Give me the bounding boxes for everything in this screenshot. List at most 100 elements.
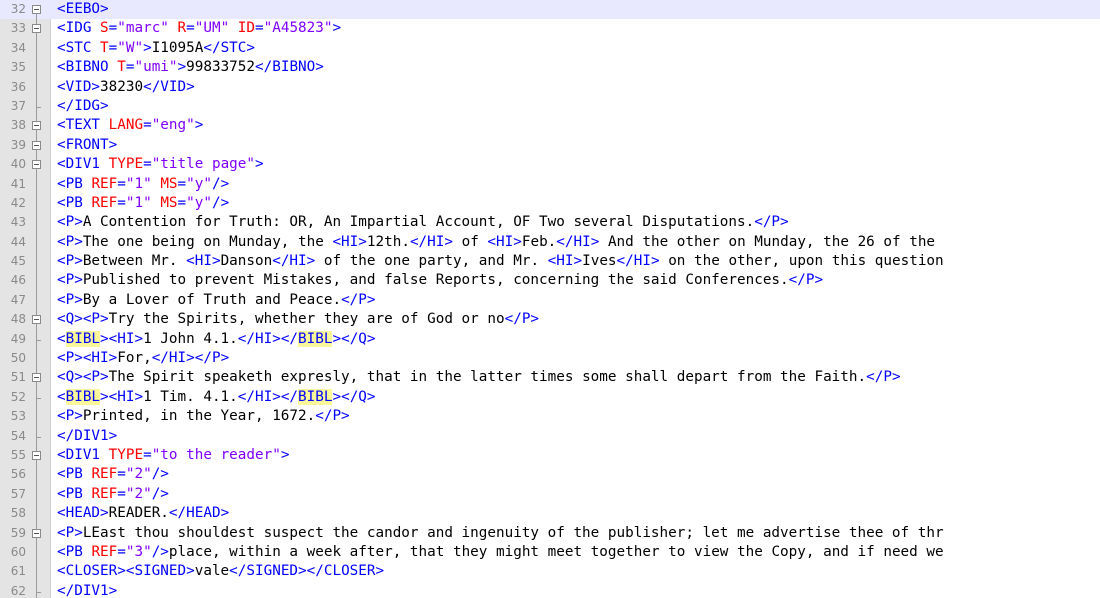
fold-end-marker-icon — [32, 387, 42, 408]
xml-attribute-value: "umi" — [134, 59, 178, 76]
xml-tag: /> — [211, 175, 230, 192]
xml-tag: ><HI> — [100, 330, 144, 347]
xml-attribute: REF — [91, 175, 118, 192]
xml-tag: ></Q> — [332, 388, 376, 405]
text-content: A Contention for Truth: OR, An Impartial… — [82, 214, 755, 231]
line-number: 35 — [10, 60, 26, 75]
text-content — [229, 20, 238, 36]
code-line[interactable]: 36 <VID>38230</VID> — [0, 77, 1100, 97]
text-content: 1 Tim. 4.1. — [143, 388, 238, 405]
code-line[interactable]: 33 <IDG S="marc" R="UM" ID="A45823"> — [0, 19, 1100, 39]
xml-tag: = — [108, 39, 118, 56]
xml-tag: </HI> — [409, 233, 453, 250]
code-line[interactable]: 41 <PB REF="1" MS="y"/> — [0, 174, 1100, 194]
text-content: And the other on Munday, the 26 of the — [599, 233, 936, 250]
fold-toggle-icon[interactable] — [32, 19, 42, 39]
fold-end-marker-icon — [32, 96, 42, 117]
code-line[interactable]: 34 <STC T="W">I1095A</STC> — [0, 38, 1100, 59]
code-line[interactable]: 47 <P>By a Lover of Truth and Peace.</P> — [0, 290, 1100, 311]
xml-tag: <STC — [57, 39, 101, 56]
code-line[interactable]: 50 <P><HI>For,</HI></P> — [0, 349, 1100, 369]
code-line[interactable]: 44 <P>The one being on Munday, the <HI>12… — [0, 232, 1100, 253]
code-text: <P><HI>For,</HI></P> — [57, 349, 229, 368]
code-line[interactable]: 42 <PB REF="1" MS="y"/> — [0, 193, 1100, 214]
fold-toggle-icon[interactable] — [32, 368, 42, 388]
xml-tag: <FRONT> — [57, 136, 118, 153]
code-line[interactable]: 59 <P>LEast thou shouldest suspect the ca… — [0, 523, 1100, 543]
code-line[interactable]: 40 <DIV1 TYPE="title page"> — [0, 155, 1100, 175]
code-line[interactable]: 56 <PB REF="2"/> — [0, 465, 1100, 485]
fold-toggle-icon[interactable] — [32, 116, 42, 136]
code-line[interactable]: 62 </DIV1> — [0, 581, 1100, 598]
code-line[interactable]: 49 <BIBL><HI>1 John 4.1.</HI></BIBL></Q> — [0, 329, 1100, 350]
code-text: <IDG S="marc" R="UM" ID="A45823"> — [57, 19, 341, 38]
fold-toggle-icon[interactable] — [32, 0, 42, 20]
highlighted-match: BIBL — [298, 330, 333, 347]
code-editor[interactable]: 32 <EEBO> 33 <IDG S="marc" R="UM" ID="A4582… — [0, 0, 1100, 598]
xml-tag: < — [57, 388, 66, 405]
xml-tag: </DIV1> — [57, 582, 118, 598]
fold-toggle-icon[interactable] — [32, 135, 42, 156]
xml-attribute-value: "y" — [186, 175, 212, 192]
fold-end-marker-icon — [32, 329, 42, 350]
xml-tag: <BIBNO — [57, 59, 118, 76]
code-text: <P>Between Mr. <HI>Danson</HI> of the on… — [57, 252, 944, 271]
xml-tag: <PB — [57, 543, 92, 560]
code-line[interactable]: 37 </IDG> — [0, 96, 1100, 117]
code-line[interactable]: 51 <Q><P>The Spirit speaketh expresly, th… — [0, 368, 1100, 388]
code-line[interactable]: 52 <BIBL><HI>1 Tim. 4.1.</HI></BIBL></Q> — [0, 387, 1100, 408]
code-text: <HEAD>READER.</HEAD> — [57, 504, 229, 523]
xml-tag: </HI></ — [237, 330, 299, 347]
xml-attribute-value: "1" — [125, 175, 152, 192]
code-line[interactable]: 35 <BIBNO T="umi">99833752</BIBNO> — [0, 58, 1100, 78]
line-number: 47 — [10, 292, 26, 307]
xml-tag: /> — [151, 543, 169, 560]
xml-attribute: T — [117, 59, 126, 76]
xml-tag: > — [177, 59, 187, 76]
code-text: <P>By a Lover of Truth and Peace.</P> — [57, 291, 376, 310]
text-content: For, — [117, 350, 152, 367]
text-content: I1095A — [151, 39, 204, 56]
xml-tag: > — [280, 446, 290, 463]
xml-attribute: MS — [160, 175, 178, 192]
code-line[interactable]: 54 </DIV1> — [0, 426, 1100, 446]
code-line[interactable]: 43 <P>A Contention for Truth: OR, An Impa… — [0, 213, 1100, 233]
code-text: <EEBO> — [57, 0, 109, 19]
code-line[interactable]: 39 <FRONT> — [0, 135, 1100, 156]
code-text: <PB REF="1" MS="y"/> — [57, 194, 229, 213]
fold-toggle-icon[interactable] — [32, 310, 42, 330]
fold-toggle-icon[interactable] — [32, 445, 42, 466]
text-content: The one being on Munday, the — [82, 233, 333, 250]
code-line[interactable]: 38 <TEXT LANG="eng"> — [0, 116, 1100, 136]
code-text: <STC T="W">I1095A</STC> — [57, 39, 255, 58]
fold-line-marker — [32, 484, 42, 505]
code-line[interactable]: 45 <P>Between Mr. <HI>Danson</HI> of the … — [0, 252, 1100, 272]
line-number: 58 — [10, 506, 26, 521]
code-line[interactable]: 48 <Q><P>Try the Spirits, whether they ar… — [0, 310, 1100, 330]
line-number: 52 — [10, 389, 26, 404]
xml-tag: = — [143, 117, 152, 134]
code-line[interactable]: 61 <CLOSER><SIGNED>vale</SIGNED></CLOSER> — [0, 562, 1100, 582]
line-number: 55 — [10, 447, 26, 462]
text-content: Printed, in the Year, 1672. — [82, 408, 316, 425]
code-line[interactable]: 46 <P>Published to prevent Mistakes, and … — [0, 271, 1100, 291]
xml-tag: = — [186, 20, 195, 37]
line-number: 44 — [10, 234, 26, 249]
xml-tag: </P> — [788, 272, 824, 289]
xml-tag: <HI> — [547, 253, 583, 270]
code-line[interactable]: 60 <PB REF="3"/>place, within a week afte… — [0, 542, 1100, 563]
xml-attribute: S — [100, 20, 109, 37]
xml-tag: <P> — [57, 408, 83, 425]
code-line[interactable]: 55 <DIV1 TYPE="to the reader"> — [0, 445, 1100, 466]
fold-toggle-icon[interactable] — [32, 523, 42, 543]
code-line[interactable]: 58 <HEAD>READER.</HEAD> — [0, 504, 1100, 524]
code-line[interactable]: 32 <EEBO> — [0, 0, 1100, 20]
text-content: 38230 — [100, 78, 144, 95]
xml-tag: /> — [151, 485, 169, 502]
xml-attribute: T — [100, 39, 109, 56]
code-line[interactable]: 57 <PB REF="2"/> — [0, 484, 1100, 505]
code-line[interactable]: 53 <P>Printed, in the Year, 1672.</P> — [0, 407, 1100, 427]
xml-tag: <P> — [57, 291, 83, 308]
code-text: <FRONT> — [57, 136, 117, 155]
fold-toggle-icon[interactable] — [32, 155, 42, 175]
